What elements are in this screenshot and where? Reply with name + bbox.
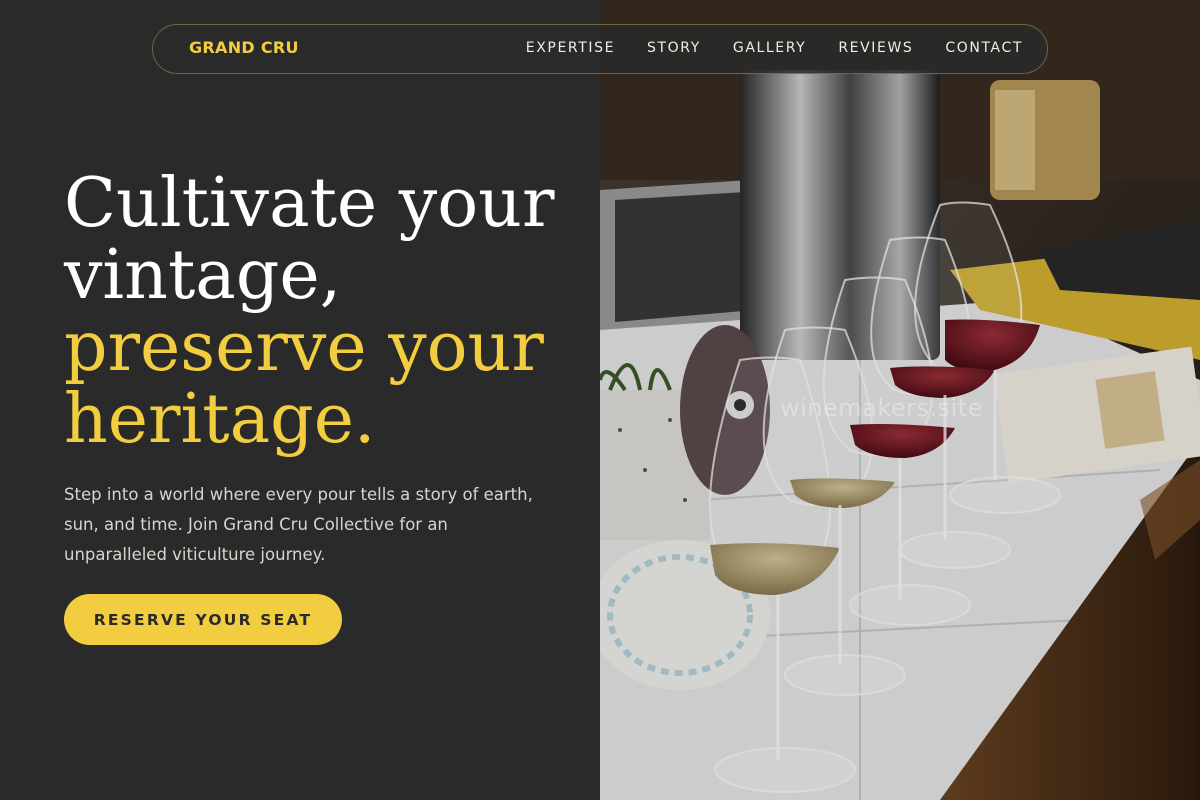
reserve-seat-button[interactable]: RESERVE YOUR SEAT	[64, 594, 342, 645]
hero-title-line1: Cultivate your	[64, 164, 555, 243]
hero-title-line4: heritage.	[64, 380, 376, 459]
hero-photo: winemakers.site	[600, 0, 1200, 800]
nav-link-expertise[interactable]: EXPERTISE	[526, 40, 615, 56]
hero-subtitle: Step into a world where every pour tells…	[64, 485, 533, 564]
main-navbar: GRAND CRU EXPERTISE STORY GALLERY REVIEW…	[152, 24, 1048, 74]
brand-logo[interactable]: GRAND CRU	[189, 38, 299, 57]
nav-links: EXPERTISE STORY GALLERY REVIEWS CONTACT	[526, 40, 1023, 56]
nav-link-reviews[interactable]: REVIEWS	[838, 40, 913, 56]
hero-title: Cultivate your vintage, preserve your he…	[64, 168, 584, 456]
nav-link-contact[interactable]: CONTACT	[945, 40, 1023, 56]
hero-title-line3: preserve your	[64, 308, 544, 387]
hero-title-line2: vintage,	[64, 236, 342, 315]
nav-link-gallery[interactable]: GALLERY	[733, 40, 806, 56]
watermark: winemakers.site	[780, 394, 984, 422]
nav-link-story[interactable]: STORY	[647, 40, 701, 56]
